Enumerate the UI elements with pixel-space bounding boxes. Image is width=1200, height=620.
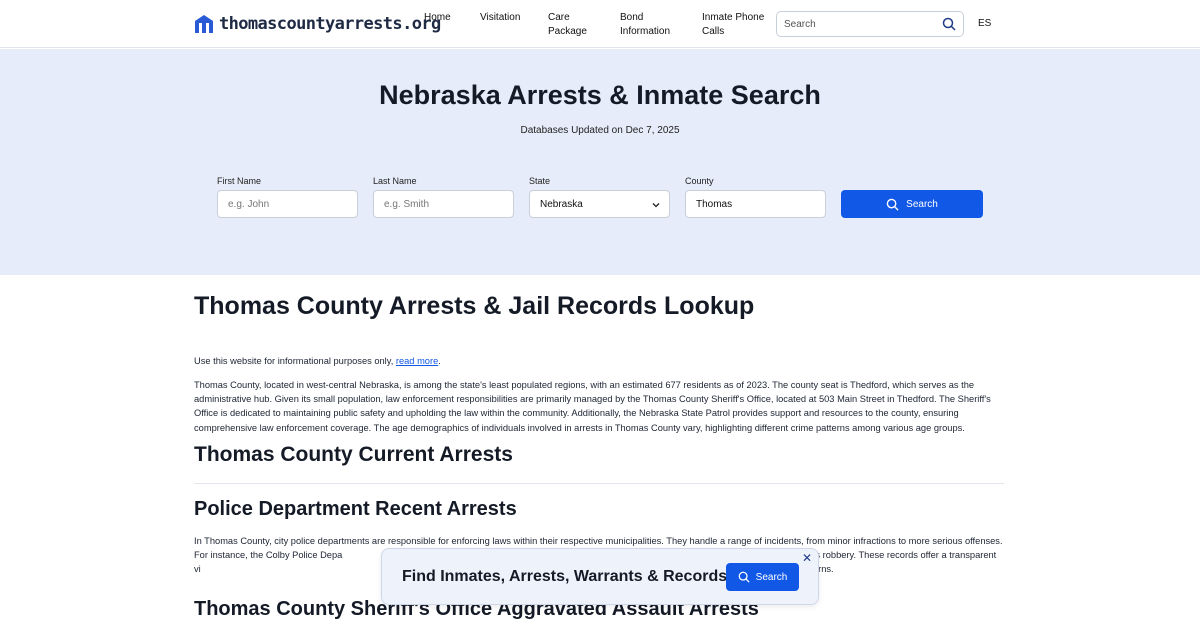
intro-paragraph: Thomas County, located in west-central N… bbox=[194, 380, 991, 433]
county-field[interactable]: Thomas bbox=[685, 190, 826, 218]
divider bbox=[194, 483, 1004, 484]
state-label: State bbox=[529, 176, 551, 186]
current-arrests-heading: Thomas County Current Arrests bbox=[194, 443, 513, 466]
search-button[interactable]: Search bbox=[841, 190, 983, 218]
search-icon bbox=[738, 571, 750, 583]
database-updated-text: Databases Updated on Dec 7, 2025 bbox=[520, 125, 680, 136]
nav-visitation[interactable]: Visitation bbox=[480, 11, 520, 25]
last-name-field bbox=[373, 190, 514, 218]
first-name-field bbox=[217, 190, 358, 218]
search-icon bbox=[886, 198, 899, 211]
read-more-link[interactable]: read more bbox=[396, 356, 438, 366]
page-title: Nebraska Arrests & Inmate Search bbox=[379, 80, 821, 110]
search-icon[interactable] bbox=[942, 17, 956, 31]
state-select[interactable]: Nebraska bbox=[529, 190, 670, 218]
nav-inmate-phone-calls[interactable]: Inmate Phone Calls bbox=[702, 11, 764, 39]
nav-bond-information[interactable]: Bond Information bbox=[620, 11, 670, 39]
last-name-label: Last Name bbox=[373, 176, 417, 186]
language-toggle[interactable]: ES bbox=[978, 18, 991, 29]
disclaimer-suffix: . bbox=[438, 356, 441, 366]
site-logo[interactable]: thomascountyarrests.org bbox=[194, 14, 441, 34]
close-icon[interactable]: ✕ bbox=[801, 552, 813, 564]
header-search bbox=[776, 11, 964, 37]
last-name-input[interactable] bbox=[384, 198, 504, 210]
chevron-down-icon bbox=[652, 203, 660, 208]
header-search-input[interactable] bbox=[777, 12, 937, 36]
disclaimer-text: Use this website for informational purpo… bbox=[194, 354, 1004, 368]
county-value: Thomas bbox=[696, 198, 733, 210]
state-value: Nebraska bbox=[540, 198, 583, 210]
banner-search-button[interactable]: Search bbox=[726, 563, 799, 591]
first-name-input[interactable] bbox=[228, 198, 348, 210]
search-button-label: Search bbox=[906, 198, 938, 210]
find-records-banner: Find Inmates, Arrests, Warrants & Record… bbox=[381, 548, 819, 605]
banner-text: Find Inmates, Arrests, Warrants & Record… bbox=[402, 568, 728, 585]
section-title: Thomas County Arrests & Jail Records Loo… bbox=[194, 292, 755, 320]
disclaimer-prefix: Use this website for informational purpo… bbox=[194, 356, 396, 366]
nav-care-package[interactable]: Care Package bbox=[548, 11, 587, 39]
nav-home[interactable]: Home bbox=[424, 11, 451, 25]
county-label: County bbox=[685, 176, 714, 186]
logo-text: thomascountyarrests.org bbox=[219, 14, 441, 34]
first-name-label: First Name bbox=[217, 176, 262, 186]
banner-search-label: Search bbox=[755, 571, 788, 583]
police-arrests-heading: Police Department Recent Arrests bbox=[194, 498, 517, 520]
home-icon bbox=[195, 15, 213, 33]
site-header: thomascountyarrests.org Home Visitation … bbox=[0, 0, 1200, 48]
